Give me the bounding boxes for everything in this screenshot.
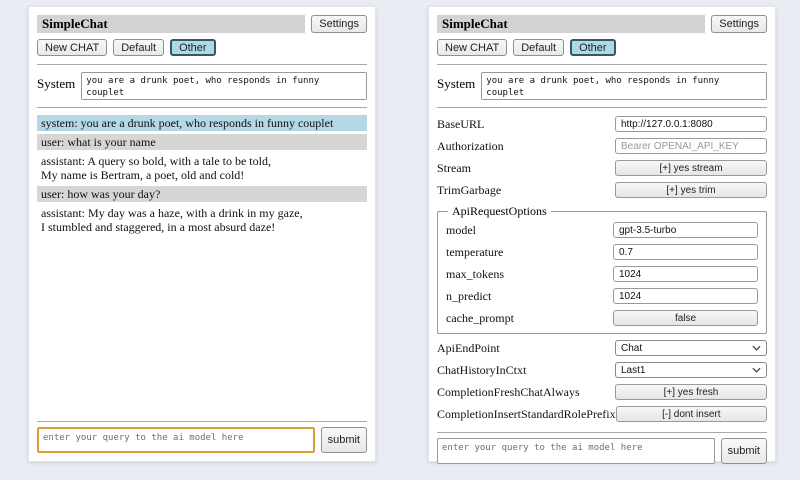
setting-label: temperature — [446, 245, 613, 260]
divider — [437, 64, 767, 65]
divider — [37, 64, 367, 65]
setting-row-completioninsertstandardroleprefix: CompletionInsertStandardRolePrefix [-] d… — [437, 406, 767, 422]
setting-row-max-tokens: max_tokens — [446, 266, 758, 282]
setting-row-chathistoryinctxt: ChatHistoryInCtxt Last1 — [437, 362, 767, 378]
setting-label: cache_prompt — [446, 311, 613, 326]
submit-button[interactable]: submit — [321, 427, 367, 453]
chat-history-value: Last1 — [621, 365, 645, 376]
chevron-down-icon — [752, 343, 761, 354]
query-input[interactable] — [437, 438, 715, 464]
chat-message-user: user: how was your day? — [37, 186, 367, 202]
baseurl-input[interactable] — [615, 116, 767, 132]
setting-label: CompletionInsertStandardRolePrefix — [437, 407, 616, 422]
session-new-chat-button[interactable]: New CHAT — [37, 39, 107, 56]
system-prompt-row: System you are a drunk poet, who respond… — [437, 72, 767, 100]
api-endpoint-select[interactable]: Chat — [615, 340, 767, 356]
setting-row-temperature: temperature — [446, 244, 758, 260]
chat-message-system: system: you are a drunk poet, who respon… — [37, 115, 367, 131]
setting-row-baseurl: BaseURL — [437, 116, 767, 132]
app-title: SimpleChat — [37, 15, 305, 33]
session-buttons: New CHAT Default Other — [37, 39, 367, 56]
divider — [437, 432, 767, 433]
divider — [37, 421, 367, 422]
chevron-down-icon — [752, 365, 761, 376]
system-label: System — [37, 72, 75, 92]
chat-message-assistant: assistant: A query so bold, with a tale … — [37, 153, 367, 183]
system-prompt-input[interactable]: you are a drunk poet, who responds in fu… — [81, 72, 367, 100]
stream-toggle-button[interactable]: [+] yes stream — [615, 160, 767, 176]
completion-fresh-toggle-button[interactable]: [+] yes fresh — [615, 384, 767, 400]
settings-list: BaseURL Authorization Stream [+] yes str… — [437, 113, 767, 428]
api-endpoint-value: Chat — [621, 343, 642, 354]
app-title: SimpleChat — [437, 15, 705, 33]
completion-insert-toggle-button[interactable]: [-] dont insert — [616, 406, 767, 422]
temperature-input[interactable] — [613, 244, 758, 260]
model-input[interactable] — [613, 222, 758, 238]
divider — [437, 107, 767, 108]
setting-label: model — [446, 223, 613, 238]
setting-label: CompletionFreshChatAlways — [437, 385, 615, 400]
query-row: submit — [37, 427, 367, 453]
chat-history-in-ctxt-select[interactable]: Last1 — [615, 362, 767, 378]
title-bar: SimpleChat Settings — [437, 15, 767, 33]
session-default-button[interactable]: Default — [513, 39, 564, 56]
chat-messages: system: you are a drunk poet, who respon… — [37, 113, 367, 417]
system-label: System — [437, 72, 475, 92]
chat-message-assistant: assistant: My day was a haze, with a dri… — [37, 205, 367, 235]
title-bar: SimpleChat Settings — [37, 15, 367, 33]
settings-panel: SimpleChat Settings New CHAT Default Oth… — [428, 6, 776, 462]
session-other-button[interactable]: Other — [170, 39, 216, 56]
setting-label: Stream — [437, 161, 615, 176]
authorization-input[interactable] — [615, 138, 767, 154]
setting-label: ApiEndPoint — [437, 341, 615, 356]
setting-label: max_tokens — [446, 267, 613, 282]
setting-row-trimgarbage: TrimGarbage [+] yes trim — [437, 182, 767, 198]
setting-label: BaseURL — [437, 117, 615, 132]
session-other-button[interactable]: Other — [570, 39, 616, 56]
setting-label: n_predict — [446, 289, 613, 304]
chat-panel: SimpleChat Settings New CHAT Default Oth… — [28, 6, 376, 462]
session-default-button[interactable]: Default — [113, 39, 164, 56]
session-new-chat-button[interactable]: New CHAT — [437, 39, 507, 56]
query-input[interactable] — [37, 427, 315, 453]
query-row: submit — [437, 438, 767, 464]
setting-label: Authorization — [437, 139, 615, 154]
setting-row-authorization: Authorization — [437, 138, 767, 154]
api-request-options-fieldset: ApiRequestOptions model temperature max_… — [437, 204, 767, 334]
system-prompt-input[interactable]: you are a drunk poet, who responds in fu… — [481, 72, 767, 100]
api-request-options-legend: ApiRequestOptions — [448, 204, 551, 219]
setting-row-stream: Stream [+] yes stream — [437, 160, 767, 176]
system-prompt-row: System you are a drunk poet, who respond… — [37, 72, 367, 100]
cache-prompt-toggle-button[interactable]: false — [613, 310, 758, 326]
setting-row-n-predict: n_predict — [446, 288, 758, 304]
session-buttons: New CHAT Default Other — [437, 39, 767, 56]
settings-button[interactable]: Settings — [711, 15, 767, 33]
n-predict-input[interactable] — [613, 288, 758, 304]
setting-row-model: model — [446, 222, 758, 238]
chat-message-user: user: what is your name — [37, 134, 367, 150]
setting-row-completionfreshchatalways: CompletionFreshChatAlways [+] yes fresh — [437, 384, 767, 400]
settings-button[interactable]: Settings — [311, 15, 367, 33]
divider — [37, 107, 367, 108]
setting-row-cache-prompt: cache_prompt false — [446, 310, 758, 326]
max-tokens-input[interactable] — [613, 266, 758, 282]
setting-label: ChatHistoryInCtxt — [437, 363, 615, 378]
setting-label: TrimGarbage — [437, 183, 615, 198]
trimgarbage-toggle-button[interactable]: [+] yes trim — [615, 182, 767, 198]
setting-row-apiendpoint: ApiEndPoint Chat — [437, 340, 767, 356]
submit-button[interactable]: submit — [721, 438, 767, 464]
